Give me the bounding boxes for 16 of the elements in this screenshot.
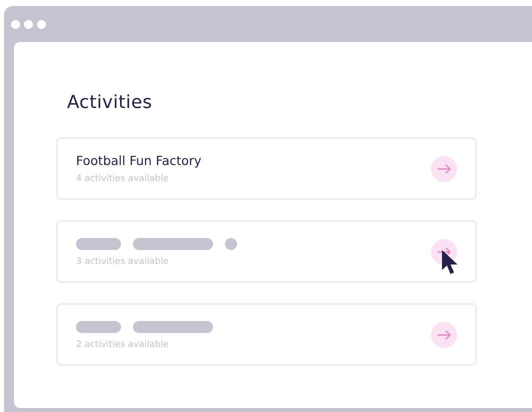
arrow-right-icon <box>437 246 451 256</box>
page-heading: Activities <box>67 92 154 113</box>
activity-card[interactable]: 2 activities available <box>56 303 477 366</box>
placeholder-bar <box>76 320 121 332</box>
placeholder-bar <box>76 238 121 250</box>
activity-card[interactable]: 3 activities available <box>56 220 477 283</box>
activity-card[interactable]: Football Fun Factory 4 activities available <box>56 137 477 200</box>
card-subtitle: 3 activities available <box>76 257 170 267</box>
window-dot <box>37 20 46 28</box>
arrow-right-icon <box>437 330 451 340</box>
window-dot <box>11 20 20 28</box>
card-title: Football Fun Factory <box>76 153 202 168</box>
card-subtitle: 2 activities available <box>76 340 170 350</box>
window-dot <box>24 20 33 28</box>
card-subtitle: 4 activities available <box>76 174 170 184</box>
arrow-right-icon <box>437 164 451 174</box>
